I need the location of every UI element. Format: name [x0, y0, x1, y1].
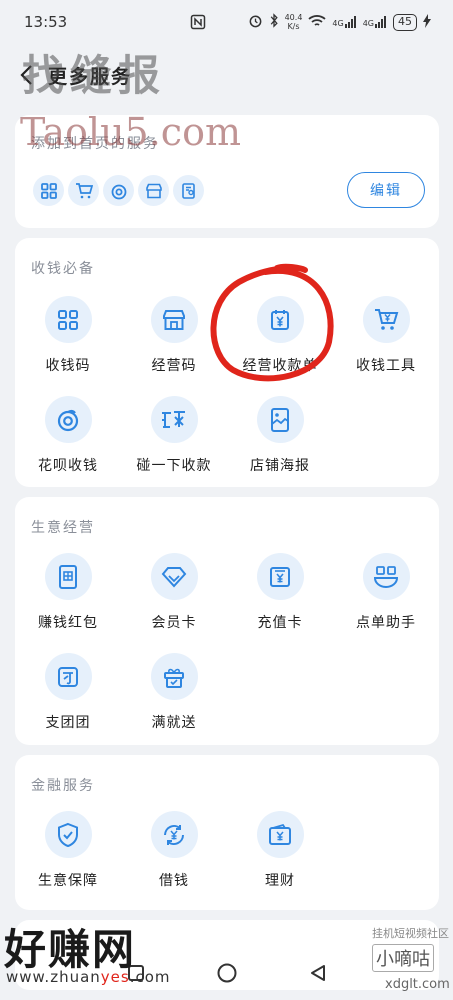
service-item-wealth[interactable]: 理财 [227, 811, 333, 897]
grid-qr-icon[interactable] [33, 175, 64, 206]
service-label: 经营收款单 [242, 358, 318, 374]
section-title-home: 添加到首页的服务 [31, 136, 159, 152]
service-item-collect-code[interactable]: 收钱码 [15, 296, 121, 382]
service-label: 满就送 [151, 715, 197, 731]
service-label: 生意保障 [38, 873, 98, 889]
service-item-spend-get-gift[interactable]: 满就送 [121, 653, 227, 739]
touch-text-icon [150, 396, 198, 443]
recharge-card-icon [256, 553, 304, 600]
bluetooth-icon [269, 13, 279, 31]
qr-code-icon [44, 296, 92, 343]
back-triangle-icon[interactable] [308, 963, 328, 987]
service-label: 借钱 [159, 873, 189, 889]
diamond-icon [150, 553, 198, 600]
spiral-icon[interactable] [103, 175, 134, 206]
home-services-card: 添加到首页的服务 编辑 [15, 115, 439, 228]
edit-button[interactable]: 编辑 [347, 172, 425, 208]
service-item-borrow[interactable]: 借钱 [121, 811, 227, 897]
service-label: 会员卡 [151, 615, 197, 631]
page-header: 更多服务 [0, 50, 453, 100]
finance-services-card: 金融服务 生意保障 借钱 理财 [15, 755, 439, 910]
loan-cycle-icon [150, 811, 198, 858]
service-label: 店铺海报 [250, 458, 310, 474]
charging-icon [423, 13, 431, 31]
status-time: 13:53 [24, 13, 68, 31]
battery-indicator: 45 [393, 13, 417, 31]
service-item-huabei-collect[interactable]: 花呗收钱 [15, 396, 121, 482]
network-speed: 40.4 K/s [284, 13, 303, 31]
back-arrow-icon[interactable] [14, 63, 38, 87]
service-label: 赚钱红包 [38, 615, 98, 631]
collect-money-card: 收钱必备 收钱码 经营码 经营收款单 收钱工具 花呗收钱 碰一下收款 店铺海报 [15, 238, 439, 487]
system-nav-bar [0, 950, 453, 1000]
cart-yuan-icon [362, 296, 410, 343]
wallet-yuan-icon [256, 811, 304, 858]
service-item-earn-red-packet[interactable]: 赚钱红包 [15, 553, 121, 639]
section-title-finance: 金融服务 [31, 778, 95, 794]
service-label: 收钱工具 [356, 358, 416, 374]
page-title: 更多服务 [48, 65, 133, 88]
status-indicators: 40.4 K/s 4G 4G 45 [248, 13, 431, 31]
signal-icon: 4G [332, 16, 356, 28]
service-label: 经营码 [151, 358, 197, 374]
service-label: 碰一下收款 [136, 458, 212, 474]
poster-icon [256, 396, 304, 443]
shop-icon [150, 296, 198, 343]
service-item-recharge-card[interactable]: 充值卡 [227, 553, 333, 639]
section-title-biz: 生意经营 [31, 520, 95, 536]
service-item-business-protection[interactable]: 生意保障 [15, 811, 121, 897]
card-person-icon[interactable] [173, 175, 204, 206]
service-label: 花呗收钱 [38, 458, 98, 474]
recent-apps-icon[interactable] [126, 963, 146, 987]
shield-check-icon [44, 811, 92, 858]
service-item-group-buy[interactable]: 支团团 [15, 653, 121, 739]
group-icon [44, 653, 92, 700]
business-operation-card: 生意经营 赚钱红包 会员卡 充值卡 点单助手 支团团 满就送 [15, 497, 439, 745]
nfc-icon [190, 14, 206, 34]
service-label: 收钱码 [45, 358, 91, 374]
red-packet-icon [44, 553, 92, 600]
receipt-yuan-icon [256, 296, 304, 343]
shop-icon[interactable] [138, 175, 169, 206]
service-label: 充值卡 [257, 615, 303, 631]
service-label: 理财 [265, 873, 295, 889]
service-item-order-assistant[interactable]: 点单助手 [333, 553, 439, 639]
home-service-icons [33, 175, 204, 206]
service-label: 支团团 [45, 715, 91, 731]
spiral-icon [44, 396, 92, 443]
order-bowl-icon [362, 553, 410, 600]
section-title-collect: 收钱必备 [31, 261, 95, 277]
gift-icon [150, 653, 198, 700]
signal-icon-2: 4G [363, 16, 387, 28]
service-item-business-code[interactable]: 经营码 [121, 296, 227, 382]
service-item-touch-collect[interactable]: 碰一下收款 [121, 396, 227, 482]
wifi-icon [308, 14, 327, 31]
service-item-business-receipt[interactable]: 经营收款单 [227, 296, 333, 382]
alarm-icon [248, 13, 263, 31]
service-item-collect-tools[interactable]: 收钱工具 [333, 296, 439, 382]
home-icon[interactable] [216, 962, 238, 988]
service-label: 点单助手 [356, 615, 416, 631]
service-item-shop-poster[interactable]: 店铺海报 [227, 396, 333, 482]
status-bar: 13:53 40.4 K/s 4G 4G 45 [0, 0, 453, 44]
cart-yuan-icon[interactable] [68, 175, 99, 206]
service-item-member-card[interactable]: 会员卡 [121, 553, 227, 639]
